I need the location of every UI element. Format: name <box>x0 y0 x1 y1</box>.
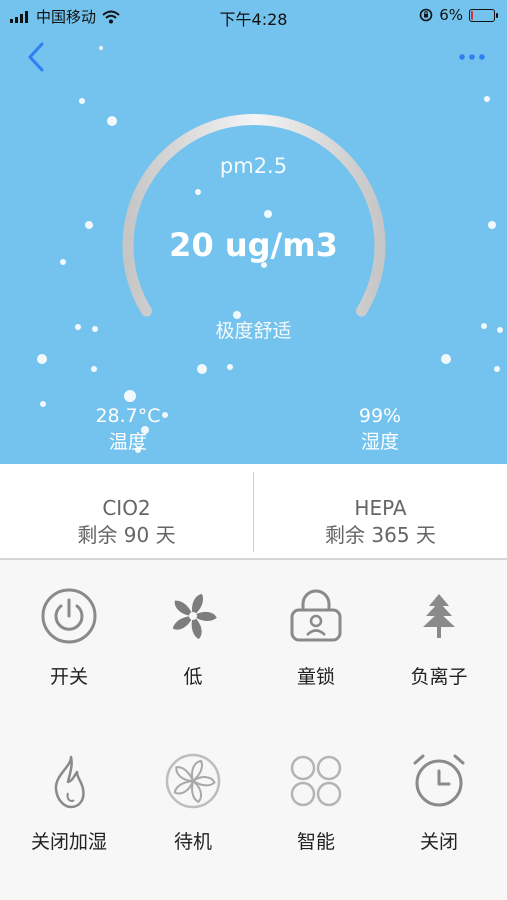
alarm-clock-icon <box>413 754 465 807</box>
filter-name: HEPA <box>354 496 407 520</box>
filter-hepa[interactable]: HEPA 剩余 365 天 <box>254 464 507 560</box>
humidity-reading: 99% 湿度 <box>330 403 430 455</box>
humidity-value: 99% <box>358 405 402 427</box>
tree-icon <box>423 594 455 638</box>
negative-ion-button[interactable]: 负离子 <box>376 562 502 712</box>
smart-mode-button[interactable]: 智能 <box>253 727 379 877</box>
child-lock-icon <box>290 589 342 642</box>
standby-fan-icon <box>165 753 221 809</box>
rotation-lock-icon <box>419 8 433 22</box>
standby-label: 待机 <box>173 831 212 853</box>
humidify-off-button[interactable]: 关闭加湿 <box>6 727 132 877</box>
control-grid: 开关 低 童锁 负离子 关闭加湿 待机 智能 关闭 <box>0 562 507 900</box>
pm25-label: pm2.5 <box>219 154 288 178</box>
flame-icon <box>54 755 85 809</box>
fan-speed-label: 低 <box>183 666 203 688</box>
filter-remaining: 剩余 90 天 <box>77 523 176 547</box>
power-label: 开关 <box>49 666 88 688</box>
power-button[interactable]: 开关 <box>6 562 132 712</box>
filter-name: CIO2 <box>102 496 151 520</box>
filter-cio2[interactable]: CIO2 剩余 90 天 <box>0 464 253 560</box>
temperature-reading: 28.7°C 温度 <box>78 403 178 455</box>
power-icon <box>41 588 97 644</box>
battery-icon <box>469 8 498 22</box>
status-bar: 中国移动 下午4:28 6% <box>0 0 507 30</box>
humidity-label: 湿度 <box>360 431 399 453</box>
child-lock-button[interactable]: 童锁 <box>253 562 379 712</box>
comfort-status: 极度舒适 <box>215 320 292 342</box>
chevron-left-icon <box>28 42 44 72</box>
pm25-value: 20 ug/m3 <box>169 226 338 264</box>
negative-ion-label: 负离子 <box>410 666 468 688</box>
temperature-value: 28.7°C <box>95 405 161 427</box>
humidify-off-label: 关闭加湿 <box>30 831 107 853</box>
child-lock-label: 童锁 <box>296 666 335 688</box>
fan-icon <box>172 594 217 640</box>
back-button[interactable] <box>20 40 54 74</box>
filter-status-bar: CIO2 剩余 90 天 HEPA 剩余 365 天 <box>0 464 507 560</box>
filter-remaining: 剩余 365 天 <box>325 523 436 547</box>
battery-percent: 6% <box>439 6 463 24</box>
smart-mode-label: 智能 <box>296 831 335 853</box>
timer-off-button[interactable]: 关闭 <box>376 727 502 877</box>
smart-circles-icon <box>290 755 342 807</box>
fan-speed-button[interactable]: 低 <box>130 562 256 712</box>
timer-off-label: 关闭 <box>419 831 458 853</box>
standby-button[interactable]: 待机 <box>130 727 256 877</box>
more-button[interactable] <box>455 40 489 74</box>
temperature-label: 温度 <box>108 431 147 453</box>
battery-level <box>471 10 473 20</box>
air-quality-panel: 中国移动 下午4:28 6% pm2.5 20 ug/m3 极度舒适 28.7°… <box>0 0 507 464</box>
more-dots-icon <box>459 54 485 60</box>
